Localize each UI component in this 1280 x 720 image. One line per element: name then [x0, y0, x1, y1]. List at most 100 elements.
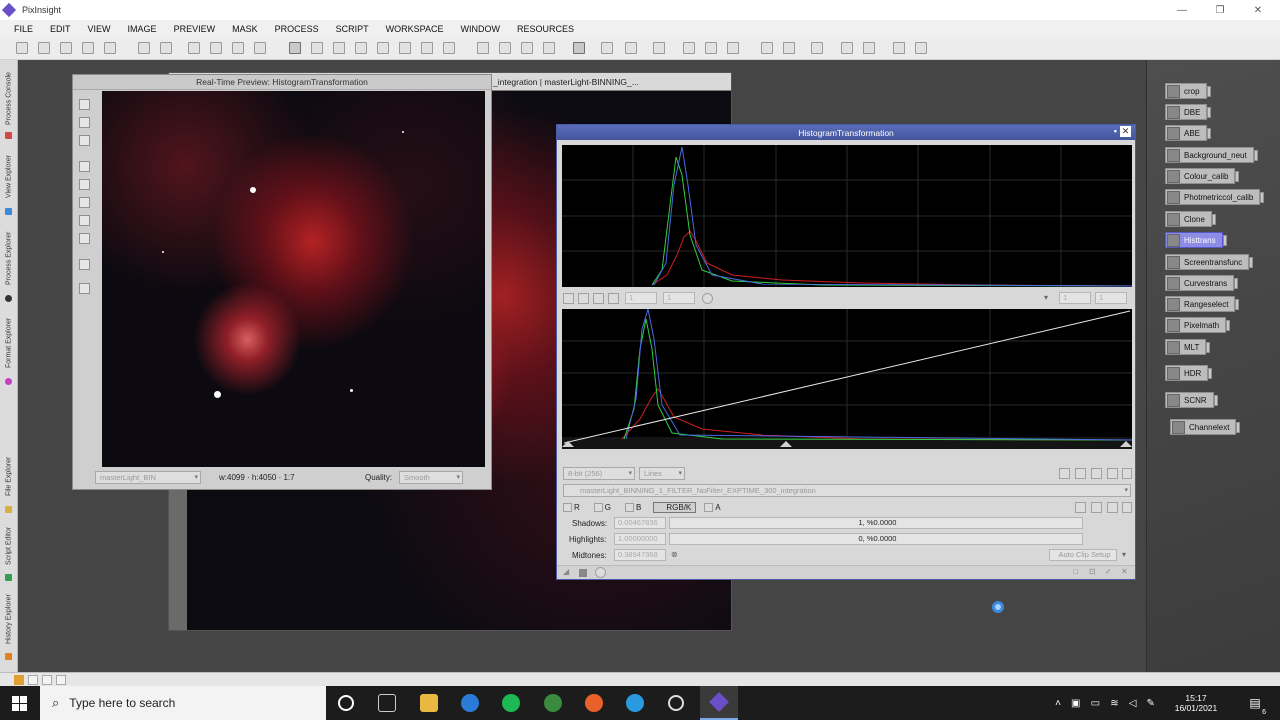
realtime-preview-toggle-icon[interactable]	[595, 567, 606, 578]
zoom-fit-icon[interactable]	[311, 42, 323, 54]
stf-auto-icon[interactable]	[783, 42, 795, 54]
menu-mask[interactable]: MASK	[226, 24, 269, 34]
process-icon-grip[interactable]	[1211, 214, 1216, 225]
channel-g-label[interactable]: G	[605, 503, 611, 512]
realtime-preview-icon[interactable]	[573, 42, 585, 54]
notification-center[interactable]: ▤ 6	[1240, 686, 1270, 720]
process-icon-grip[interactable]	[1206, 86, 1211, 97]
graph-option-icon-4[interactable]	[1107, 468, 1118, 479]
zoom-fit-icon[interactable]	[563, 293, 574, 304]
shadows-reset-icon[interactable]	[1122, 518, 1132, 529]
process-icon-pixelmath[interactable]: Pixelmath	[1165, 317, 1231, 333]
readout-icon[interactable]	[421, 42, 433, 54]
pan-icon[interactable]	[608, 293, 619, 304]
tray-chevron-icon[interactable]: ˄	[1055, 698, 1061, 709]
process-icon-grip[interactable]	[1208, 368, 1213, 379]
process-icon-screentransfunc[interactable]: Screentransfunc	[1165, 254, 1254, 270]
output-vertical-zoom-input[interactable]: 1	[1095, 292, 1127, 304]
mask-icon-4[interactable]	[683, 42, 695, 54]
process-icon-grip[interactable]	[1234, 278, 1239, 289]
preview-tool-icon-1[interactable]	[79, 99, 90, 110]
process-icon-grip[interactable]	[1235, 299, 1240, 310]
tray-app-icon[interactable]: ▣	[1071, 698, 1080, 709]
status-icon-2[interactable]	[28, 675, 38, 685]
highlights-auto-icon[interactable]	[1107, 534, 1118, 545]
channel-b-icon[interactable]	[625, 502, 635, 512]
menu-view[interactable]: VIEW	[82, 24, 122, 34]
stf-icon[interactable]	[761, 42, 773, 54]
toolbar-icon-3[interactable]	[232, 42, 244, 54]
browse-doc-icon[interactable]: □	[1073, 567, 1084, 578]
track-view-icon[interactable]: ⊡	[1089, 567, 1100, 578]
process-icon-mlt[interactable]: MLT	[1165, 339, 1211, 355]
auto-clip-menu-icon[interactable]: ▾	[1122, 550, 1132, 561]
close-button[interactable]: ✕	[1238, 0, 1278, 20]
process-icon-grip[interactable]	[1207, 128, 1212, 139]
toolbar-icon-4[interactable]	[254, 42, 266, 54]
preview-tool-icon-4[interactable]	[79, 161, 90, 172]
process-icon-dbe[interactable]: DBE	[1165, 104, 1212, 120]
process-icon-curvestrans[interactable]: Curvestrans	[1165, 275, 1239, 291]
tab-process-explorer[interactable]: Process Explorer	[1, 222, 17, 294]
shadows-input[interactable]: 0.00467836	[614, 517, 666, 529]
new-icon[interactable]	[16, 42, 28, 54]
toolbar-icon-2[interactable]	[210, 42, 222, 54]
tab-file-explorer[interactable]: File Explorer	[1, 448, 17, 504]
tab-history-explorer[interactable]: History Explorer	[1, 588, 17, 650]
zoom-out-icon[interactable]	[593, 293, 604, 304]
process-icon-clone[interactable]: Clone	[1165, 211, 1216, 227]
channel-option-icon-2[interactable]	[1091, 502, 1102, 513]
mask-icon-6[interactable]	[727, 42, 739, 54]
horizontal-zoom-input[interactable]: 1	[625, 292, 657, 304]
process-icon-crop[interactable]: crop	[1165, 83, 1211, 99]
dialog-minimize-icon[interactable]: ▪	[1114, 126, 1117, 136]
process-icon-grip[interactable]	[1260, 192, 1265, 203]
shadows-clip-icon[interactable]	[1089, 518, 1100, 529]
highlights-input[interactable]: 1.00000000	[614, 533, 666, 545]
process-icon-grip[interactable]	[1207, 107, 1212, 118]
edge-legacy-icon[interactable]	[461, 694, 479, 712]
mask-icon-2[interactable]	[625, 42, 637, 54]
zoom-out-icon[interactable]	[355, 42, 367, 54]
dialog-close-icon[interactable]: ✕	[1120, 126, 1131, 137]
tab-view-explorer[interactable]: View Explorer	[1, 146, 17, 206]
output-histogram-panel[interactable]	[562, 308, 1133, 449]
preview-tool-icon-5[interactable]	[79, 179, 90, 190]
pen-icon[interactable]: ✎	[1147, 698, 1155, 709]
menu-edit[interactable]: EDIT	[44, 24, 82, 34]
mask-icon-5[interactable]	[705, 42, 717, 54]
process-icon-grip[interactable]	[1213, 395, 1218, 406]
process-icon-abe[interactable]: ABE	[1165, 125, 1212, 141]
windows-start-icon[interactable]	[12, 696, 27, 711]
input-histogram-panel[interactable]	[562, 145, 1133, 287]
process-icon-scnr[interactable]: SCNR	[1165, 392, 1218, 408]
collapse-icon[interactable]: ▾	[1044, 293, 1055, 304]
menu-workspace[interactable]: WORKSPACE	[380, 24, 455, 34]
quality-select[interactable]: Smooth	[399, 471, 463, 484]
channel-b-label[interactable]: B	[636, 503, 641, 512]
pan-mode-icon[interactable]	[289, 42, 301, 54]
menu-file[interactable]: FILE	[8, 24, 44, 34]
auto-clip-setup-button[interactable]: Auto Clip Setup	[1049, 549, 1117, 561]
preview-tool-icon-3[interactable]	[79, 135, 90, 146]
process-icon-colour-calib[interactable]: Colour_calib	[1165, 168, 1240, 184]
channel-option-icon-1[interactable]	[1075, 502, 1086, 513]
process-icon-background-neut[interactable]: Background_neut	[1165, 147, 1258, 163]
tab-format-explorer[interactable]: Format Explorer	[1, 310, 17, 376]
apply-global-icon[interactable]	[579, 569, 587, 577]
highlights-reset-icon[interactable]	[1122, 534, 1132, 545]
preview-delete-icon[interactable]	[521, 42, 533, 54]
channel-r-label[interactable]: R	[574, 503, 580, 512]
midtones-input[interactable]: 0.38947368	[614, 549, 666, 561]
process-icon-grip[interactable]	[1249, 257, 1254, 268]
close-image-icon[interactable]	[104, 42, 116, 54]
highlights-clip-icon[interactable]	[1089, 534, 1100, 545]
undo-icon[interactable]	[138, 42, 150, 54]
menu-preview[interactable]: PREVIEW	[168, 24, 227, 34]
app-icon-circle[interactable]	[668, 695, 684, 711]
channel-g-icon[interactable]	[593, 502, 603, 512]
channel-rgbk-toggle[interactable]: RGB/K	[653, 501, 697, 513]
preview-tool-icon-10[interactable]	[79, 283, 90, 294]
process-icon-channelext[interactable]: Channelext	[1170, 419, 1241, 435]
graph-option-icon-1[interactable]	[1059, 468, 1070, 479]
